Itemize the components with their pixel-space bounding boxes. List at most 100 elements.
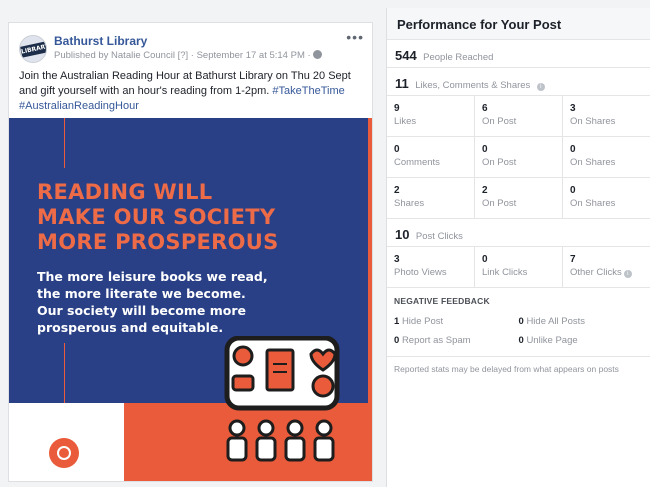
stat-label: On Post [482, 198, 517, 209]
clock-icon [49, 438, 79, 468]
stat-cell: 0 On Shares [562, 178, 650, 218]
unlike-page-stat: 0 Unlike Page [519, 335, 644, 346]
post-card: LIBRARY Bathurst Library Published by Na… [8, 22, 373, 482]
reading-people-illustration [224, 336, 340, 462]
stat-value: 0 [570, 185, 576, 196]
stat-label: Link Clicks [482, 267, 528, 278]
subtext-line-1: The more leisure books we read, [37, 269, 268, 284]
stat-value: 0 [394, 335, 400, 346]
engagement-count: 11 [395, 76, 409, 91]
meta-separator-2: · [307, 50, 311, 61]
stat-label: On Shares [570, 116, 616, 127]
globe-icon[interactable] [313, 50, 323, 59]
post-timestamp[interactable]: September 17 at 5:14 PM [197, 50, 305, 61]
library-logo: LIBRARY [20, 41, 47, 58]
other-clicks-label: Other Clicks [570, 267, 622, 278]
info-icon[interactable]: i [536, 83, 545, 91]
post-clicks-count: 10 [395, 227, 410, 242]
stat-value: 2 [394, 185, 400, 196]
negative-feedback-row: 1 Hide Post 0 Hide All Posts [394, 312, 643, 331]
stat-label: On Shares [570, 157, 616, 168]
more-options-button[interactable]: ••• [346, 29, 364, 45]
stat-value: 7 [570, 254, 576, 265]
stat-label: Report as Spam [401, 335, 471, 346]
people-reached-row: 544 People Reached [387, 40, 650, 68]
stat-cell: 7 Other Clicks i [562, 247, 650, 287]
performance-panel: Performance for Your Post 544 People Rea… [386, 8, 650, 487]
stat-label: Unlike Page [526, 335, 578, 346]
post-clicks-label: Post Clicks [415, 231, 463, 242]
published-by: Published by Natalie Council [54, 50, 175, 61]
headline-line-3: MORE PROSPEROUS [37, 230, 279, 254]
page-avatar[interactable]: LIBRARY [19, 35, 47, 63]
image-decor-line [64, 343, 65, 403]
stat-label: Hide Post [401, 316, 444, 327]
engagement-row: 11 Likes, Comments & Shares i [387, 68, 650, 96]
stat-value: 0 [482, 144, 488, 155]
likes-row: 9 Likes 6 On Post 3 On Shares [387, 96, 650, 137]
stat-cell: 0 Link Clicks [474, 247, 562, 287]
stat-cell: 2 Shares [387, 178, 474, 218]
stat-value: 3 [570, 103, 576, 114]
stat-label: Hide All Posts [526, 316, 586, 327]
stat-label: On Post [482, 157, 517, 168]
negative-feedback-title: NEGATIVE FEEDBACK [394, 296, 490, 306]
stat-value: 0 [518, 335, 524, 346]
stats-delay-note: Reported stats may be delayed from what … [387, 356, 650, 381]
info-icon[interactable]: i [623, 270, 632, 278]
negative-feedback-section: NEGATIVE FEEDBACK 1 Hide Post 0 Hide All… [387, 288, 650, 350]
stat-cell: 0 Comments [387, 137, 474, 177]
stat-value: 0 [518, 316, 524, 327]
stat-value: 2 [482, 185, 488, 196]
stat-value: 9 [394, 103, 400, 114]
people-reached-count: 544 [395, 48, 417, 63]
stat-label: Comments [394, 157, 440, 168]
hide-post-stat: 1 Hide Post [394, 316, 519, 327]
stat-value: 0 [394, 144, 400, 155]
help-marker[interactable]: [?] [178, 50, 189, 61]
stat-value: 0 [570, 144, 576, 155]
subtext-line-2: the more literate we become. [37, 286, 246, 301]
subtext-line-4: prosperous and equitable. [37, 320, 224, 335]
stat-label: On Shares [570, 198, 616, 209]
post-header: LIBRARY Bathurst Library Published by Na… [9, 23, 372, 118]
performance-title: Performance for Your Post [387, 8, 650, 40]
stat-label: Shares [394, 198, 425, 209]
image-subtext: The more leisure books we read, the more… [37, 268, 337, 336]
image-headline: READING WILL MAKE OUR SOCIETY MORE PROSP… [37, 180, 357, 255]
stat-value: 3 [394, 254, 400, 265]
stat-cell: 3 Photo Views [387, 247, 474, 287]
clicks-breakdown-row: 3 Photo Views 0 Link Clicks 7 Other Clicks i [387, 247, 650, 288]
page-name-link[interactable]: Bathurst Library [54, 34, 147, 48]
stat-value: 1 [394, 316, 400, 327]
image-decor-line [64, 118, 65, 168]
negative-feedback-row: 0 Report as Spam 0 Unlike Page [394, 331, 643, 350]
subtext-line-3: Our society will become more [37, 303, 247, 318]
hashtag-taketheime[interactable]: #TakeTheTime [272, 85, 344, 97]
stat-value: 0 [482, 254, 488, 265]
stat-cell: 2 On Post [474, 178, 562, 218]
shares-row: 2 Shares 2 On Post 0 On Shares [387, 178, 650, 219]
stat-cell: 0 On Shares [562, 137, 650, 177]
post-image[interactable]: READING WILL MAKE OUR SOCIETY MORE PROSP… [9, 118, 372, 481]
image-accent-strip [368, 118, 372, 403]
post-text: Join the Australian Reading Hour at Bath… [19, 69, 364, 114]
stat-label: Photo Views [394, 267, 447, 278]
stat-cell: 9 Likes [387, 96, 474, 136]
meta-separator: · [190, 50, 194, 61]
hashtag-australianreadinghour[interactable]: #AustralianReadingHour [19, 100, 139, 112]
post-clicks-row: 10 Post Clicks [387, 219, 650, 247]
headline-line-1: READING WILL [37, 180, 213, 204]
report-spam-stat: 0 Report as Spam [394, 335, 519, 346]
stat-label: Other Clicks i [570, 266, 650, 279]
stat-cell: 3 On Shares [562, 96, 650, 136]
stat-cell: 6 On Post [474, 96, 562, 136]
post-meta: Published by Natalie Council [?] · Septe… [54, 50, 323, 61]
stat-label: Likes [394, 116, 417, 127]
people-reached-label: People Reached [423, 52, 494, 63]
engagement-label: Likes, Comments & Shares [415, 80, 531, 91]
stat-value: 6 [482, 103, 488, 114]
comments-row: 0 Comments 0 On Post 0 On Shares [387, 137, 650, 178]
headline-line-2: MAKE OUR SOCIETY [37, 205, 276, 229]
stat-label: On Post [482, 116, 517, 127]
